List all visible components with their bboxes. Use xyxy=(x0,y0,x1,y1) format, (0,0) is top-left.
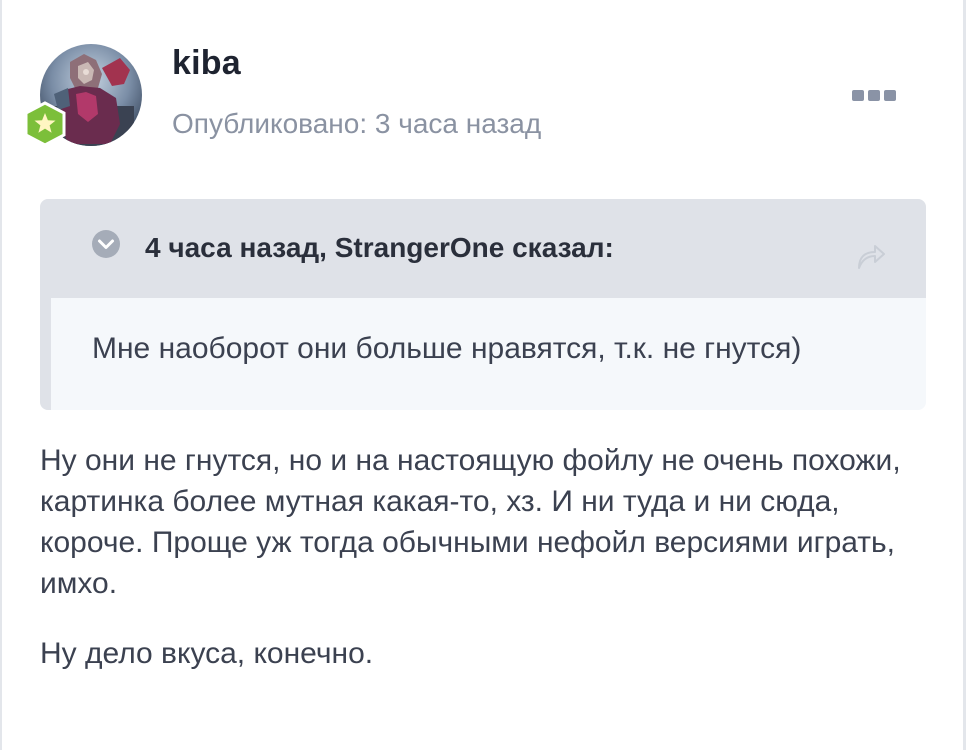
dot-1 xyxy=(852,89,864,101)
quote-left-bar xyxy=(40,199,51,410)
quote-text: Мне наоборот они больше нравятся, т.к. н… xyxy=(92,332,802,365)
author-avatar-wrapper[interactable] xyxy=(24,44,142,147)
dot-2 xyxy=(868,89,880,101)
author-name-link[interactable]: kiba xyxy=(172,44,241,83)
post-paragraph: Ну они не гнутся, но и на настоящую фойл… xyxy=(40,444,901,600)
post-paragraph: Ну дело вкуса, конечно. xyxy=(40,637,374,670)
dot-3 xyxy=(884,89,896,101)
chevron-down-circle-icon[interactable] xyxy=(91,229,121,259)
quote-citation[interactable]: 4 часа назад, StrangerOne сказал: xyxy=(145,232,614,264)
quote-block: 4 часа назад, StrangerOne сказал: Мне на… xyxy=(40,199,926,410)
share-arrow-icon[interactable] xyxy=(855,241,887,271)
more-options-icon[interactable] xyxy=(852,84,904,106)
post-content: Ну они не гнутся, но и на настоящую фойл… xyxy=(40,440,920,674)
star-badge-icon xyxy=(22,101,68,147)
published-time: Опубликовано: 3 часа назад xyxy=(172,108,542,139)
post-header: kiba Опубликовано: 3 часа назад xyxy=(0,0,966,170)
